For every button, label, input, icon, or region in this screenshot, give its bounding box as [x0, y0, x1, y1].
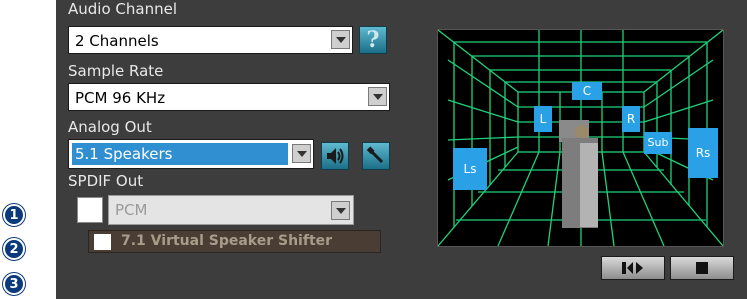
audio-channel-value: 2 Channels [75, 32, 159, 50]
sample-rate-value: PCM 96 KHz [75, 89, 166, 107]
wrench-icon [366, 146, 384, 164]
play-pause-icon [622, 262, 643, 274]
speaker-center[interactable]: C [572, 82, 602, 100]
spdif-out-value: PCM [115, 201, 148, 219]
virtual-speaker-shifter-row: 7.1 Virtual Speaker Shifter [88, 230, 381, 253]
virtual-shifter-checkbox[interactable] [94, 234, 111, 250]
sample-rate-label: Sample Rate [68, 62, 164, 80]
speaker-right[interactable]: R [622, 106, 640, 132]
callout-3: 3 [3, 273, 25, 295]
chevron-down-icon[interactable] [331, 30, 350, 49]
speaker-3d-view: C L R Sub Ls Rs [437, 29, 724, 247]
chevron-down-icon[interactable] [331, 201, 350, 220]
analog-out-select[interactable]: 5.1 Speakers [68, 139, 314, 169]
stop-icon [696, 262, 708, 274]
speaker-right-surround[interactable]: Rs [688, 128, 718, 178]
help-button[interactable]: ? [359, 26, 387, 54]
audio-channel-select[interactable]: 2 Channels [68, 26, 353, 54]
analog-out-value: 5.1 Speakers [75, 145, 173, 163]
speaker-room-grid [438, 30, 723, 246]
speaker-sub[interactable]: Sub [644, 132, 672, 154]
callout-1: 1 [3, 204, 25, 226]
help-icon: ? [366, 27, 380, 53]
spdif-out-label: SPDIF Out [68, 172, 144, 190]
chevron-down-icon[interactable] [368, 87, 387, 106]
spdif-out-select[interactable]: PCM [108, 195, 354, 225]
speaker-icon [327, 148, 344, 164]
chevron-down-icon[interactable] [292, 144, 311, 163]
analog-out-label: Analog Out [68, 118, 152, 136]
virtual-shifter-label: 7.1 Virtual Speaker Shifter [121, 233, 333, 249]
speaker-test-button[interactable] [321, 142, 349, 170]
play-test-button[interactable] [601, 256, 665, 280]
speaker-left-surround[interactable]: Ls [453, 148, 487, 190]
speaker-left[interactable]: L [534, 106, 552, 132]
callout-2: 2 [3, 238, 25, 260]
audio-channel-label: Audio Channel [68, 0, 177, 18]
speaker-config-button[interactable] [362, 142, 390, 170]
stop-test-button[interactable] [670, 256, 734, 280]
sample-rate-select[interactable]: PCM 96 KHz [68, 83, 390, 111]
spdif-checkbox[interactable] [77, 197, 103, 223]
